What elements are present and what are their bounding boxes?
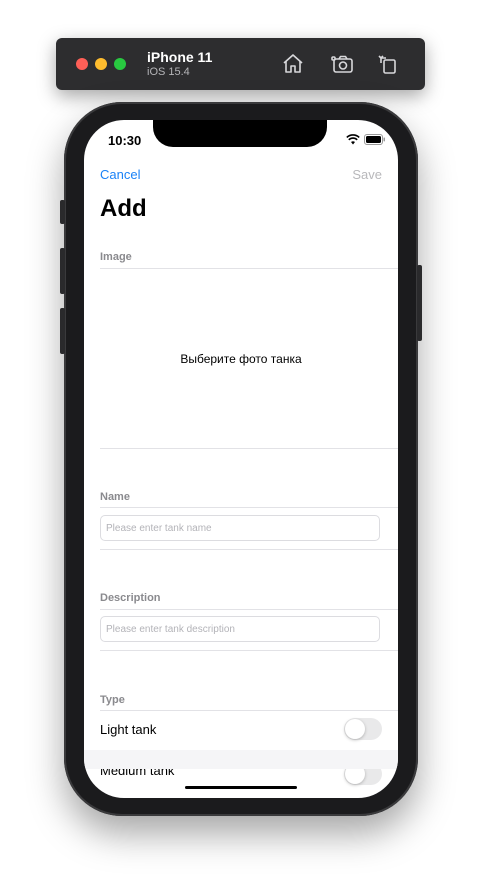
status-icons <box>346 134 386 148</box>
rotate-icon[interactable] <box>376 52 400 76</box>
device-name: iPhone 11 <box>147 49 213 65</box>
notch <box>153 120 327 147</box>
divider <box>100 609 398 610</box>
screenshot-icon[interactable] <box>331 52 355 76</box>
page-title: Add <box>100 195 147 222</box>
divider <box>100 507 398 508</box>
divider <box>100 710 398 711</box>
wifi-icon <box>346 134 360 145</box>
image-section-header: Image <box>100 251 132 263</box>
volume-up-button <box>60 248 65 294</box>
toggle-knob <box>345 719 365 739</box>
description-section-header: Description <box>100 592 161 604</box>
name-section-header: Name <box>100 491 130 503</box>
minimize-window-button[interactable] <box>95 58 107 70</box>
divider <box>100 650 398 651</box>
mute-switch <box>60 200 65 224</box>
light-tank-toggle[interactable] <box>344 718 382 740</box>
tank-name-input[interactable] <box>100 515 380 541</box>
close-window-button[interactable] <box>76 58 88 70</box>
save-button[interactable]: Save <box>352 167 382 182</box>
divider <box>100 448 398 449</box>
type-option-light-label: Light tank <box>100 722 157 737</box>
device-screen: 10:30 Cancel Save Add Image Выберите фот… <box>84 120 398 798</box>
cancel-button[interactable]: Cancel <box>100 167 140 182</box>
tank-description-input[interactable] <box>100 616 380 642</box>
image-picker[interactable]: Выберите фото танка <box>84 269 398 448</box>
power-button <box>417 265 422 341</box>
os-version: iOS 15.4 <box>147 66 190 78</box>
home-indicator[interactable] <box>185 786 297 789</box>
zoom-window-button[interactable] <box>114 58 126 70</box>
scroll-overlay-band <box>84 750 398 769</box>
status-time: 10:30 <box>108 133 142 148</box>
battery-icon <box>364 134 385 145</box>
simulator-toolbar: iPhone 11 iOS 15.4 <box>56 38 425 90</box>
home-icon[interactable] <box>281 52 305 76</box>
volume-down-button <box>60 308 65 354</box>
divider <box>100 549 398 550</box>
type-section-header: Type <box>100 694 125 706</box>
image-placeholder-text: Выберите фото танка <box>180 351 302 366</box>
